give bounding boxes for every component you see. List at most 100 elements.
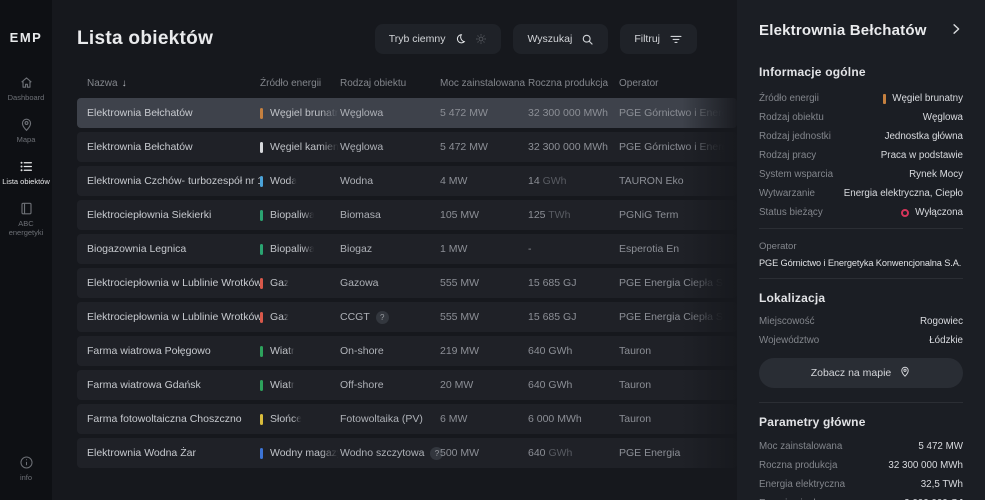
kv-value-group: 5 472 MW <box>918 441 963 452</box>
column-header-r-d-o-energii[interactable]: Źródło energii <box>260 78 340 89</box>
cell-production: 32 300 000 MWh <box>528 107 608 119</box>
table-row[interactable]: Elektrownia Wodna Żar Wodny magazyn ener… <box>77 438 737 468</box>
source-label: Węgiel kamienny <box>270 141 340 153</box>
table-row[interactable]: Farma wiatrowa Połęgowo Wiatr On-shore 2… <box>77 336 737 366</box>
kv-value-group: Rynek Mocy <box>909 169 963 180</box>
kv-value: Łódzkie <box>929 335 963 346</box>
table-row[interactable]: Elektrociepłownia Siekierki Biopaliwa Bi… <box>77 200 737 230</box>
parameters-list: Moc zainstalowana 5 472 MW Roczna produk… <box>759 441 963 500</box>
cell-production: 15 685 GJ <box>528 277 577 289</box>
type-label: Biomasa <box>340 209 381 221</box>
type-label: Wodno szczytowa <box>340 447 425 459</box>
table-row[interactable]: Elektrownia Bełchatów Węgiel brunatny Wę… <box>77 98 737 128</box>
kv-label: Rodzaj jednostki <box>759 131 831 142</box>
kv-value-group: Jednostka główna <box>885 131 963 142</box>
sidebar-item-abc-energetyki[interactable]: ABC energetyki <box>0 201 52 237</box>
source-label: Wodny magazyn energii <box>270 447 340 459</box>
cell-operator: PGE Energia <box>619 447 681 459</box>
cell-operator: PGNiG Term <box>619 209 679 221</box>
sidebar-item-label: info <box>19 473 33 482</box>
column-header-operator[interactable]: Operator <box>619 78 727 89</box>
app-logo[interactable]: EMP <box>10 30 43 45</box>
kv-value: Węglowa <box>922 112 963 123</box>
pin-icon <box>19 117 34 132</box>
objects-table: Nazwa ↓ Źródło energii Rodzaj obiektu Mo… <box>77 78 737 472</box>
kv-value-group: Energia elektryczna, Ciepło <box>844 188 963 199</box>
source-color-bar <box>260 311 263 323</box>
sidebar-nav: Dashboard Mapa Lista obiektów ABC energe… <box>0 75 52 237</box>
type-label: Węglowa <box>340 107 384 119</box>
cell-type: CCGT ? <box>340 310 440 324</box>
table-row[interactable]: Farma wiatrowa Gdańsk Wiatr Off-shore 20… <box>77 370 737 400</box>
section-heading-parameters: Parametry główne <box>759 415 866 429</box>
kv-value: 5 472 MW <box>918 441 963 452</box>
cell-operator: PGE Górnictwo i Energetyka <box>619 107 727 119</box>
key-value-row: Województwo Łódzkie <box>759 335 963 346</box>
source-color-bar <box>260 447 263 459</box>
detail-title: Elektrownia Bełchatów <box>759 22 927 39</box>
filter-button[interactable]: Filtruj <box>620 24 697 54</box>
cell-production: 15 685 GJ <box>528 311 577 323</box>
dark-mode-toggle-button[interactable]: Tryb ciemny <box>374 24 502 54</box>
kv-value: Rogowiec <box>919 316 963 327</box>
cell-power: 555 MW <box>440 311 480 323</box>
cell-power: 219 MW <box>440 345 480 357</box>
kv-value-group: Węgiel brunatny <box>883 93 963 104</box>
question-badge-icon[interactable]: ? <box>375 310 389 324</box>
source-color-bar <box>260 413 263 425</box>
show-on-map-button[interactable]: Zobacz na mapie <box>759 358 963 388</box>
column-header-moc-zainstalowana[interactable]: Moc zainstalowana <box>440 78 528 89</box>
section-heading-location: Lokalizacja <box>759 291 826 305</box>
sort-desc-icon: ↓ <box>121 78 127 89</box>
cell-power: 1 MW <box>440 243 468 255</box>
kv-value: Praca w podstawie <box>880 150 963 161</box>
table-row[interactable]: Elektrociepłownia w Lublinie Wrotków Gaz… <box>77 302 737 332</box>
cell-name: Biogazownia Legnica <box>87 243 187 255</box>
kv-value: Energia elektryczna, Ciepło <box>843 188 963 199</box>
kv-value-group: Praca w podstawie <box>881 150 963 161</box>
source-color-bar <box>260 107 263 119</box>
cell-operator: Tauron <box>619 379 652 391</box>
sidebar-item-lista-obiekt-w[interactable]: Lista obiektów <box>0 159 52 186</box>
column-header-label: Moc zainstalowana <box>440 78 526 89</box>
source-label: Gaz <box>270 311 290 323</box>
cell-type: Gazowa <box>340 277 440 289</box>
kv-label: Miejscowość <box>759 316 815 327</box>
sidebar-item-mapa[interactable]: Mapa <box>0 117 52 144</box>
map-pin-icon <box>899 365 911 381</box>
column-header-label: Roczna produkcja <box>528 78 609 89</box>
sidebar-item-dashboard[interactable]: Dashboard <box>0 75 52 102</box>
table-row[interactable]: Farma fotowoltaiczna Choszczno Słońce Fo… <box>77 404 737 434</box>
column-header-roczna-produkcja[interactable]: Roczna produkcja <box>528 78 619 89</box>
search-button[interactable]: Wyszukaj <box>513 24 609 54</box>
cell-type: On-shore <box>340 345 440 357</box>
moon-icon[interactable] <box>454 33 466 45</box>
sidebar-item-label: Mapa <box>16 135 36 144</box>
sidebar-item-info[interactable]: info <box>0 455 52 482</box>
cell-name: Elektrownia Wodna Żar <box>87 447 196 459</box>
cell-source: Węgiel brunatny <box>260 107 340 119</box>
table-row[interactable]: Elektrownia Czchów- turbozespół nr 1 Wod… <box>77 166 737 196</box>
cell-type: Wodna <box>340 175 440 187</box>
location-info-list: Miejscowość Rogowiec Województwo Łódzkie <box>759 316 963 346</box>
table-row[interactable]: Elektrociepłownia w Lublinie Wrotków Gaz… <box>77 268 737 298</box>
column-header-nazwa[interactable]: Nazwa ↓ <box>87 78 260 89</box>
sun-icon[interactable] <box>475 33 487 45</box>
book-icon <box>19 201 34 216</box>
divider <box>759 402 963 403</box>
kv-value: Wyłączona <box>915 207 963 218</box>
source-color-bar <box>883 93 887 104</box>
column-header-rodzaj-obiektu[interactable]: Rodzaj obiektu <box>340 78 440 89</box>
kv-label: Województwo <box>759 335 820 346</box>
source-label: Biopaliwa <box>270 209 315 221</box>
source-label: Woda <box>270 175 298 187</box>
table-row[interactable]: Biogazownia Legnica Biopaliwa Biogaz 1 M… <box>77 234 737 264</box>
type-label: Off-shore <box>340 379 384 391</box>
type-label: Gazowa <box>340 277 379 289</box>
key-value-row: Źródło energii Węgiel brunatny <box>759 93 963 104</box>
key-value-row: System wsparcia Rynek Mocy <box>759 169 963 180</box>
table-row[interactable]: Elektrownia Bełchatów Węgiel kamienny Wę… <box>77 132 737 162</box>
kv-value-group: Węglowa <box>923 112 963 123</box>
detail-title-row: Elektrownia Bełchatów <box>759 22 963 39</box>
expand-panel-button[interactable] <box>949 22 963 39</box>
